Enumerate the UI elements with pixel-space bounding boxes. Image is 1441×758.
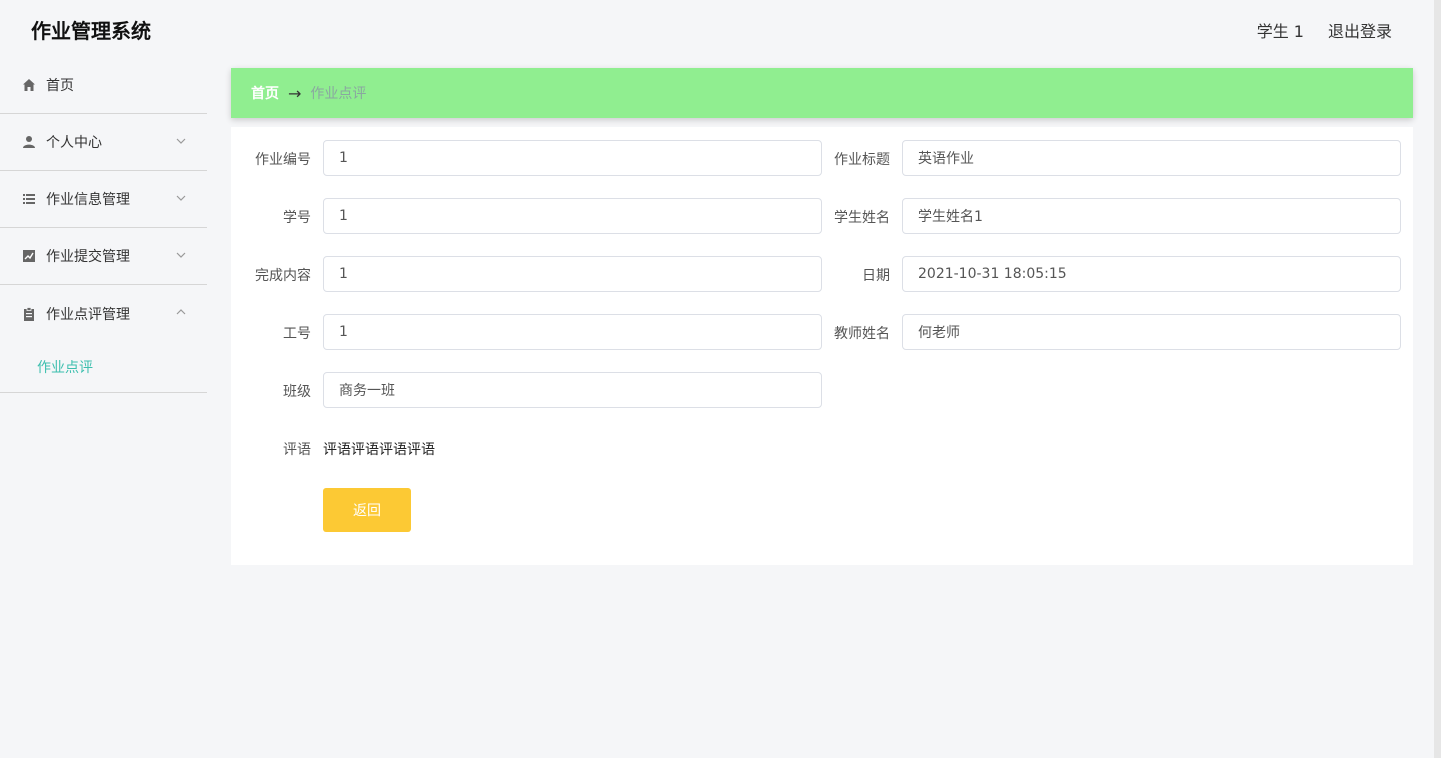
logout-link[interactable]: 退出登录 bbox=[1328, 18, 1392, 42]
sidebar: 首页 个人中心 作业信息管理 作业提交管理 作业点评管理 作业点评 bbox=[0, 57, 207, 758]
teacher-id-label: 工号 bbox=[283, 326, 311, 342]
breadcrumb: 首页 → 作业点评 bbox=[231, 68, 1413, 118]
chevron-down-icon bbox=[176, 138, 186, 144]
sidebar-item-label: 首页 bbox=[46, 78, 74, 94]
homework-title-label: 作业标题 bbox=[834, 152, 890, 168]
chevron-up-icon bbox=[176, 309, 186, 315]
teacher-id-field[interactable]: 1 bbox=[323, 314, 822, 350]
user-icon bbox=[21, 134, 37, 150]
app-title: 作业管理系统 bbox=[31, 19, 151, 43]
home-icon bbox=[21, 77, 37, 93]
sidebar-subitem-review[interactable]: 作业点评 bbox=[0, 342, 207, 392]
chevron-down-icon bbox=[176, 195, 186, 201]
main-content: 首页 → 作业点评 作业编号 1 作业标题 英语作业 学号 1 学生姓名 学生姓… bbox=[207, 57, 1434, 758]
top-bar: 作业管理系统 学生 1 退出登录 bbox=[0, 0, 1441, 57]
breadcrumb-current: 作业点评 bbox=[310, 86, 367, 102]
sidebar-item-profile[interactable]: 个人中心 bbox=[0, 114, 207, 171]
list-icon bbox=[21, 191, 37, 207]
content-field[interactable]: 1 bbox=[323, 256, 822, 292]
homework-id-label: 作业编号 bbox=[255, 152, 311, 168]
comment-label: 评语 bbox=[283, 442, 311, 458]
student-name-label: 学生姓名 bbox=[834, 210, 890, 226]
teacher-name-label: 教师姓名 bbox=[834, 326, 890, 342]
sidebar-item-label: 作业提交管理 bbox=[46, 249, 130, 265]
sidebar-item-home[interactable]: 首页 bbox=[0, 57, 207, 114]
date-label: 日期 bbox=[862, 268, 890, 284]
comment-text: 评语评语评语评语 bbox=[323, 442, 435, 458]
content-label: 完成内容 bbox=[255, 268, 311, 284]
sidebar-item-homework-submit[interactable]: 作业提交管理 bbox=[0, 228, 207, 285]
sidebar-item-label: 作业信息管理 bbox=[46, 192, 130, 208]
class-field[interactable]: 商务一班 bbox=[323, 372, 822, 408]
date-field[interactable]: 2021-10-31 18:05:15 bbox=[902, 256, 1401, 292]
student-id-label: 学号 bbox=[283, 210, 311, 226]
student-id-field[interactable]: 1 bbox=[323, 198, 822, 234]
sidebar-item-homework-info[interactable]: 作业信息管理 bbox=[0, 171, 207, 228]
homework-id-field[interactable]: 1 bbox=[323, 140, 822, 176]
chart-icon bbox=[21, 248, 37, 264]
current-user: 学生 1 bbox=[1256, 22, 1304, 41]
breadcrumb-home[interactable]: 首页 bbox=[251, 83, 279, 103]
class-label: 班级 bbox=[283, 384, 311, 400]
detail-form: 作业编号 1 作业标题 英语作业 学号 1 学生姓名 学生姓名1 完成内容 1 … bbox=[231, 127, 1413, 565]
homework-title-field[interactable]: 英语作业 bbox=[902, 140, 1401, 176]
sidebar-item-label: 个人中心 bbox=[46, 135, 102, 151]
chevron-down-icon bbox=[176, 252, 186, 258]
user-area: 学生 1 退出登录 bbox=[1257, 18, 1392, 42]
student-name-field[interactable]: 学生姓名1 bbox=[902, 198, 1401, 234]
scrollbar[interactable] bbox=[1434, 0, 1441, 758]
breadcrumb-arrow-icon: → bbox=[288, 83, 302, 103]
sidebar-group-review: 作业点评管理 作业点评 bbox=[0, 285, 207, 393]
clipboard-icon bbox=[21, 306, 37, 322]
sidebar-item-review-manage[interactable]: 作业点评管理 bbox=[0, 285, 207, 342]
back-button[interactable]: 返回 bbox=[323, 488, 411, 532]
sidebar-item-label: 作业点评管理 bbox=[46, 306, 130, 323]
teacher-name-field[interactable]: 何老师 bbox=[902, 314, 1401, 350]
